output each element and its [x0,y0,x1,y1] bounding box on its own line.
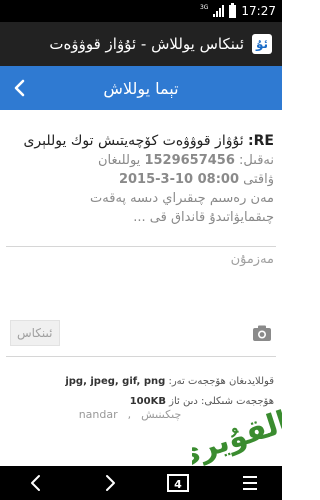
posted-user: 1529657456 [144,153,235,168]
subject-prefix: RE: [248,133,274,149]
posted-label: نەقىل: [239,153,274,168]
message-subject: RE: ئۇۋاز قوۋۋەت كۆچەيتىش توك يوللېرى [8,132,274,151]
signal-icon [213,5,225,17]
faded-separator: , [127,408,132,421]
file-types-label: قوللايدىغان ھۆججەت تەر: [168,376,274,387]
content-input[interactable]: مەزمۇن [8,252,274,312]
page-title: تېما يوللاش [103,78,179,98]
tabs-count: 4 [174,478,182,491]
clock: 17:27 [241,4,276,18]
reply-button[interactable]: ئىنكاس [10,320,60,346]
time-value: 2015-3-10 08:00 [118,172,239,187]
tabs-icon: 4 [167,474,189,492]
battery-icon [229,2,237,18]
posted-suffix: يوللىغان [97,153,141,168]
status-bar: 3G 17:27 [0,0,282,22]
file-types-line: قوللايدىغان ھۆججەت تەر: jpg, jpeg, gif, … [8,372,274,392]
app-title-bar: ئىنكاس يوللاش - ئۇۋاز قوۋۋەت ئۇ [0,22,282,66]
nav-bar: تېما يوللاش [0,66,282,110]
faded-row: چىكىنىش , nandar [60,408,200,421]
watermark-logo: ئالقۇيرى [192,399,282,475]
quoted-message: RE: ئۇۋاز قوۋۋەت كۆچەيتىش توك يوللېرى نە… [8,132,274,227]
tabs-button[interactable]: 4 [165,472,191,494]
nav-home-icon[interactable] [100,472,120,494]
subject-text: ئۇۋاز قوۋۋەت كۆچەيتىش توك يوللېرى [23,133,249,149]
attachment-row: ئىنكاس [8,320,274,348]
message-body-line-2: چىقمايۋاتىدۇ قانداق قى ... [133,210,274,225]
posted-time-line: ۋاقتى 2015-3-10 08:00 [8,170,274,189]
status-icons: 3G 17:27 [199,2,276,19]
app-logo-icon: ئۇ [252,34,272,54]
back-icon[interactable] [10,78,30,98]
watermark-text: ئالقۇيرى [192,401,282,475]
time-label: ۋاقتى [243,172,274,187]
file-types-value: jpg, jpeg, gif, png [65,376,166,387]
file-size-value: 100KB [129,396,166,407]
posted-by-line: نەقىل: 1529657456 يوللىغان [8,151,274,170]
message-body-line-1: مەن رەسىم چىقىراي دىسە پەقەت [90,191,274,206]
system-nav-bar: 4 [0,466,282,500]
menu-icon[interactable] [240,472,260,494]
app-logo-text: ئۇ [255,37,269,51]
divider [6,356,276,357]
network-type: 3G [199,3,209,11]
faded-item-2: nandar [78,408,118,421]
nav-back-icon[interactable] [26,472,46,494]
camera-icon[interactable] [252,324,272,342]
app-title: ئىنكاس يوللاش - ئۇۋاز قوۋۋەت [49,35,244,53]
divider [6,246,276,247]
faded-item-1: چىكىنىش [141,408,182,421]
